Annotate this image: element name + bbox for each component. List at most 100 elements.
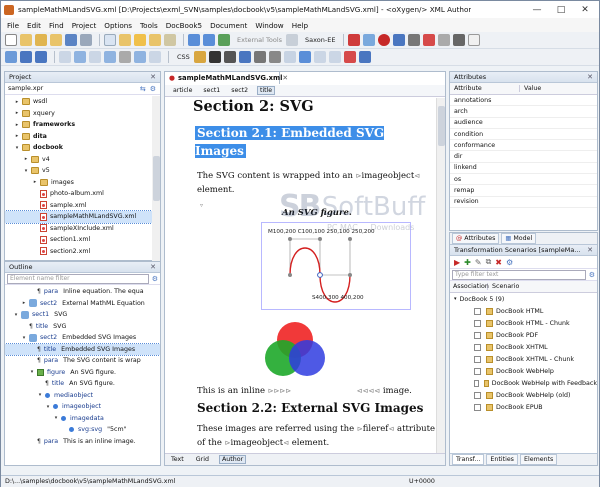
external-tools-label[interactable]: External Tools [237,36,282,44]
project-tree-item[interactable]: ▾ docbook [5,142,160,154]
outline-item[interactable]: ¶ title An SVG figure. [5,378,160,390]
collapse-icon[interactable]: ▾ [13,312,19,318]
scenario-row[interactable]: DocBook WebHelp (old) [450,389,597,401]
close-icon[interactable]: ✕ [150,73,156,81]
outline-item[interactable]: ¶ para Inline equation. The equa [5,286,160,298]
fold-marker-icon[interactable]: ▿ [200,202,203,209]
check-wellformed-icon[interactable] [363,34,376,46]
scenario-checkbox[interactable] [474,355,481,363]
collapse-icon[interactable]: ▾ [29,369,35,375]
delete-icon[interactable] [343,51,356,63]
scenario-row[interactable]: DocBook XHTML [450,341,597,353]
project-tree-item[interactable]: ▸ frameworks [5,119,160,131]
menu-tools[interactable]: Tools [140,21,158,30]
attribute-row[interactable]: audience [450,118,597,129]
scenario-checkbox[interactable] [474,331,481,339]
duplicate-scenario-icon[interactable]: ⧉ [486,257,492,267]
breadcrumb-sect2[interactable]: sect2 [229,87,250,94]
breadcrumb-title[interactable]: title [257,86,276,95]
scenario-col-header[interactable]: Scenario [488,283,519,290]
section-icon[interactable] [268,51,281,63]
venn-image[interactable] [255,318,335,382]
change-icon[interactable] [149,51,161,63]
close-button[interactable]: ✕ [573,1,597,18]
close-tab-icon[interactable]: ✕ [282,74,288,82]
menu-window[interactable]: Window [255,21,283,30]
outline-item[interactable]: ¶ para This is an inline image. [5,436,160,448]
menu-options[interactable]: Options [104,21,132,30]
outline-item[interactable]: ▾ sect2 Embedded SVG Images [5,332,160,344]
link-with-editor-icon[interactable]: ⇆ [140,85,146,93]
italic-icon[interactable] [223,51,236,63]
breadcrumb-sect1[interactable]: sect1 [201,87,222,94]
svg-figure[interactable]: M100,200 C100,100 250,100 250,200 S400,3… [261,222,411,310]
transformation-bottom-tab[interactable]: Transf... [452,454,485,465]
editor-tab[interactable]: ● sampleMathMLandSVG.xml ✕ [165,72,288,84]
styles-icon[interactable] [193,51,206,63]
menu-file[interactable]: File [7,21,19,30]
outline-item[interactable]: ▾ imageobject [5,401,160,413]
scenario-checkbox[interactable] [474,379,479,387]
close-icon[interactable]: ✕ [587,246,593,254]
close-icon[interactable]: ✕ [150,263,156,271]
format-icon[interactable] [438,34,451,46]
surround-icon[interactable] [134,51,146,63]
project-tree-item[interactable]: ▸ v4 [5,154,160,166]
css-select[interactable]: CSS [177,53,190,61]
folder-icon[interactable] [119,34,131,46]
outline-item[interactable]: ▾ sect1 SVG [5,309,160,321]
outline-item[interactable]: ▾ mediaobject [5,390,160,402]
scenario-row[interactable]: DocBook HTML [450,305,597,317]
maximize-button[interactable]: □ [549,1,573,18]
scenario-checkbox[interactable] [474,343,481,351]
author-content[interactable]: Section 2: SVG Section 2.1: Embedded SVG… [165,98,435,453]
paragraph-4[interactable]: of the ⊳imageobject⊲ element. [197,438,329,448]
menu-find[interactable]: Find [49,21,64,30]
expand-icon[interactable]: ▸ [14,122,20,128]
validate-icon[interactable] [348,34,361,46]
new-scenario-icon[interactable]: ✚ [464,258,471,267]
scenario-row[interactable]: DocBook HTML - Chunk [450,317,597,329]
filter-settings-icon[interactable]: ⚙ [589,271,595,279]
scenario-checkbox[interactable] [474,403,481,411]
scenario-filter-input[interactable]: Type filter text [452,269,586,280]
project-tree-item[interactable]: section1.xml [5,234,160,246]
copy-icon[interactable] [149,34,161,46]
attribute-row[interactable]: revision [450,197,597,208]
paste-icon[interactable] [164,34,176,46]
attribute-row[interactable]: conformance [450,140,597,152]
menu-docbook5[interactable]: DocBook5 [166,21,202,30]
paragraph-icon[interactable] [283,51,296,63]
model-tab[interactable]: ▦ Model [501,233,537,244]
attribute-row[interactable]: linkend [450,163,597,175]
edit-scenario-icon[interactable]: ✎ [475,258,482,267]
project-tree-item[interactable]: photo-album.xml [5,188,160,200]
insert-element-icon[interactable] [20,51,32,63]
run-icon[interactable] [378,34,391,46]
settings-icon[interactable]: ⚙ [506,258,513,267]
scenario-row[interactable]: DocBook PDF [450,329,597,341]
attribute-col-header[interactable]: Attribute [450,85,520,92]
configure-icon[interactable] [408,34,421,46]
link-insert-icon[interactable] [253,51,266,63]
settings-icon[interactable] [286,34,299,46]
project-tree-item[interactable]: ▸ dita [5,131,160,143]
paragraph-3[interactable]: These images are referred using the ⊳fil… [197,424,435,434]
minimize-button[interactable]: — [525,1,549,18]
scenario-checkbox[interactable] [474,367,481,375]
project-settings-icon[interactable]: ⚙ [150,85,156,93]
split-icon[interactable] [89,51,101,63]
expand-icon[interactable]: ▸ [21,300,27,306]
association-col-header[interactable]: Association [450,283,489,290]
scenario-checkbox[interactable] [474,319,481,327]
list-icon[interactable] [313,51,326,63]
section-2-1-heading[interactable]: Section 2.1: Embedded SVG Images [195,124,415,160]
scenario-row[interactable]: DocBook EPUB [450,401,597,413]
open-recent-icon[interactable] [50,34,62,46]
open-url-icon[interactable] [35,34,47,46]
link-icon[interactable] [59,51,71,63]
menu-project[interactable]: Project [72,21,97,30]
paragraph-1-end[interactable]: element. [197,185,234,195]
collapse-icon[interactable]: ▾ [14,145,20,151]
outline-item[interactable]: ¶ title SVG [5,321,160,333]
